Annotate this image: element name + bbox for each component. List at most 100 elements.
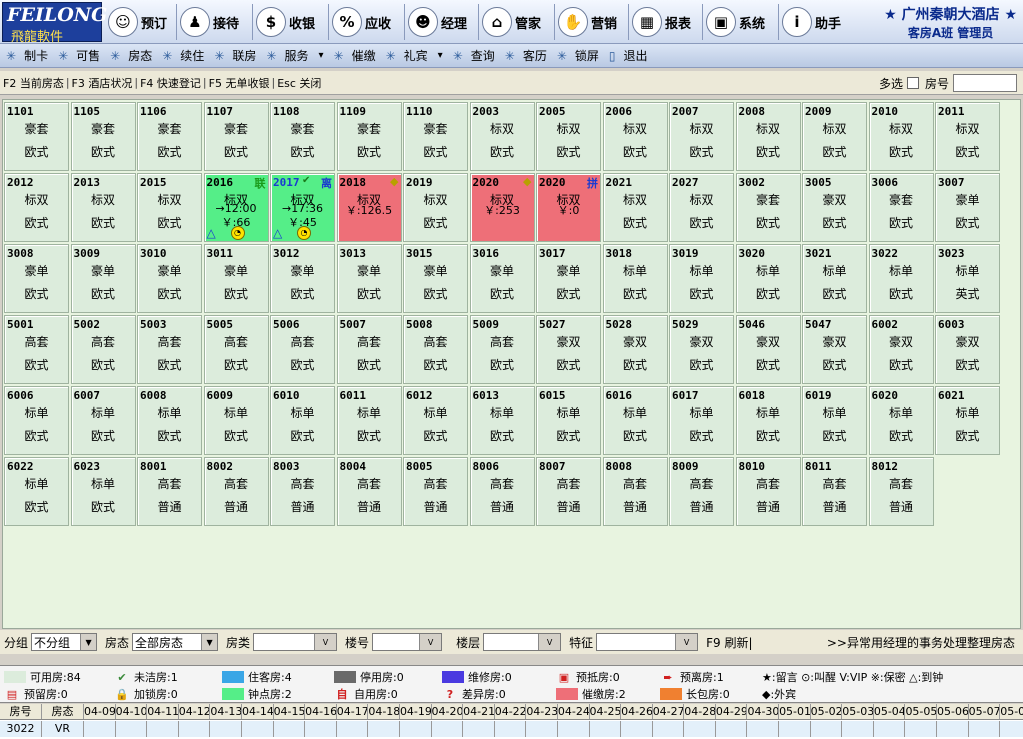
room-tile[interactable]: 5046 豪双 欧式 bbox=[735, 315, 801, 384]
room-tile[interactable]: 3022 标单 欧式 bbox=[868, 244, 934, 313]
room-tile[interactable]: 3008 豪单 欧式 bbox=[4, 244, 69, 313]
room-tile[interactable]: 3023 标单 英式 bbox=[935, 244, 1000, 313]
room-tile[interactable]: 6013 标单 欧式 bbox=[469, 386, 535, 455]
manager-button[interactable]: ☻ 经理 bbox=[408, 3, 467, 41]
room-tile[interactable]: 8006 高套 普通 bbox=[469, 457, 535, 526]
room-tile[interactable]: 2019 标双 欧式 bbox=[403, 173, 468, 242]
menu-item-4[interactable]: ✳ 联房 bbox=[214, 47, 256, 64]
room-tile[interactable]: 6010 标单 欧式 bbox=[270, 386, 335, 455]
column-header[interactable]: 04-18 bbox=[368, 704, 400, 719]
column-header[interactable]: 05-01 bbox=[779, 704, 811, 719]
menu-item-10[interactable]: ✳ 锁屏 bbox=[557, 47, 599, 64]
room-tile[interactable]: 8009 高套 普通 bbox=[669, 457, 734, 526]
room-tile[interactable]: 6020 标单 欧式 bbox=[868, 386, 934, 455]
menu-item-9[interactable]: ✳ 客历 bbox=[505, 47, 547, 64]
column-header[interactable]: 04-10 bbox=[116, 704, 148, 719]
multi-select-checkbox[interactable] bbox=[906, 77, 919, 89]
room-tile[interactable]: 6018 标单 欧式 bbox=[735, 386, 801, 455]
room-tile[interactable]: 2020 拼标双 ￥:0 bbox=[536, 173, 601, 242]
status-select[interactable]: 全部房态 ▼ bbox=[132, 633, 219, 651]
column-header[interactable]: 04-25 bbox=[590, 704, 622, 719]
room-tile[interactable]: 8002 高套 普通 bbox=[203, 457, 269, 526]
column-header[interactable]: 05-03 bbox=[842, 704, 874, 719]
reservation-button[interactable]: ☺ 预订 bbox=[108, 3, 167, 41]
room-tile[interactable]: 2018 ◆ 标双 ￥:126.5 bbox=[336, 173, 402, 242]
fkey-1[interactable]: F3 酒店状况 bbox=[72, 75, 133, 91]
room-tile[interactable]: 2005 标双 欧式 bbox=[536, 102, 601, 171]
room-tile[interactable]: 6009 标单 欧式 bbox=[203, 386, 269, 455]
room-tile[interactable]: 8005 高套 普通 bbox=[403, 457, 468, 526]
menu-item-8[interactable]: ✳ 查询 bbox=[453, 47, 495, 64]
room-tile[interactable]: 3006 豪套 欧式 bbox=[868, 173, 934, 242]
room-tile[interactable]: 3018 标单 欧式 bbox=[602, 244, 668, 313]
column-header[interactable]: 04-26 bbox=[621, 704, 653, 719]
column-header[interactable]: 04-21 bbox=[463, 704, 495, 719]
room-tile[interactable]: 8001 高套 普通 bbox=[137, 457, 202, 526]
marketing-button[interactable]: ✋ 营销 bbox=[558, 3, 617, 41]
column-header[interactable]: 05-07 bbox=[969, 704, 1001, 719]
fkey-3[interactable]: F5 无单收银 bbox=[209, 75, 270, 91]
column-header[interactable]: 05-04 bbox=[874, 704, 906, 719]
notice-link[interactable]: >>异常用经理的事务处理整理房态 bbox=[827, 634, 1015, 651]
column-header[interactable]: 04-29 bbox=[716, 704, 748, 719]
room-tile[interactable]: 6008 标单 欧式 bbox=[137, 386, 202, 455]
room-tile[interactable]: 2009 标双 欧式 bbox=[802, 102, 867, 171]
column-header[interactable]: 05-05 bbox=[905, 704, 938, 719]
column-header[interactable]: 04-11 bbox=[147, 704, 179, 719]
room-tile[interactable]: 3020 标单 欧式 bbox=[735, 244, 801, 313]
room-tile[interactable]: 8010 高套 普通 bbox=[735, 457, 801, 526]
system-button[interactable]: ▣ 系统 bbox=[706, 3, 765, 41]
room-tile[interactable]: 3012 豪单 欧式 bbox=[270, 244, 335, 313]
room-tile[interactable]: 6007 标单 欧式 bbox=[70, 386, 136, 455]
room-tile[interactable]: 2027 标双 欧式 bbox=[669, 173, 734, 242]
room-tile[interactable]: 1108 豪套 欧式 bbox=[270, 102, 335, 171]
room-tile[interactable]: 2016 联标双 →12:00 ￥:66 △ ◔ bbox=[203, 173, 269, 242]
room-tile[interactable]: 2008 标双 欧式 bbox=[735, 102, 801, 171]
room-tile[interactable]: 5027 豪双 欧式 bbox=[536, 315, 601, 384]
menu-item-0[interactable]: ✳ 制卡 bbox=[6, 47, 48, 64]
room-tile[interactable]: 6012 标单 欧式 bbox=[403, 386, 468, 455]
room-tile[interactable]: 8004 高套 普通 bbox=[336, 457, 402, 526]
column-header[interactable]: 04-23 bbox=[526, 704, 558, 719]
room-tile[interactable]: 2006 标双 欧式 bbox=[602, 102, 668, 171]
fkey-2[interactable]: F4 快速登记 bbox=[140, 75, 201, 91]
room-tile[interactable]: 6006 标单 欧式 bbox=[4, 386, 69, 455]
reception-button[interactable]: ♟ 接待 bbox=[180, 3, 239, 41]
room-tile[interactable]: 3016 豪单 欧式 bbox=[469, 244, 535, 313]
column-header[interactable]: 04-13 bbox=[210, 704, 242, 719]
room-tile[interactable]: 3010 豪单 欧式 bbox=[137, 244, 202, 313]
menu-item-3[interactable]: ✳ 续住 bbox=[162, 47, 204, 64]
room-tile[interactable]: 5029 豪双 欧式 bbox=[669, 315, 734, 384]
room-number-input[interactable] bbox=[953, 74, 1017, 92]
room-tile[interactable]: 3005 豪双 欧式 bbox=[802, 173, 867, 242]
housekeeping-button[interactable]: ⌂ 管家 bbox=[482, 3, 541, 41]
room-tile[interactable]: 2011 标双 欧式 bbox=[935, 102, 1000, 171]
room-tile[interactable]: 8007 高套 普通 bbox=[536, 457, 601, 526]
cashier-button[interactable]: $ 收银 bbox=[256, 3, 315, 41]
room-tile[interactable]: 6021 标单 欧式 bbox=[935, 386, 1000, 455]
feature-select[interactable]: V bbox=[596, 633, 699, 651]
room-tile[interactable]: 6019 标单 欧式 bbox=[802, 386, 867, 455]
room-tile[interactable]: 8011 高套 普通 bbox=[802, 457, 867, 526]
room-tile[interactable]: 2012 标双 欧式 bbox=[4, 173, 69, 242]
fkey-4[interactable]: Esc 关闭 bbox=[277, 75, 321, 91]
menu-item-7[interactable]: ✳ 礼宾 ▾ bbox=[386, 47, 443, 64]
room-tile[interactable]: 1109 豪套 欧式 bbox=[336, 102, 402, 171]
room-tile[interactable]: 2010 标双 欧式 bbox=[868, 102, 934, 171]
room-tile[interactable]: 5047 豪双 欧式 bbox=[802, 315, 867, 384]
room-tile[interactable]: 3011 豪单 欧式 bbox=[203, 244, 269, 313]
menu-item-11[interactable]: ▯ 退出 bbox=[609, 47, 648, 64]
room-tile[interactable]: 8008 高套 普通 bbox=[602, 457, 668, 526]
group-select[interactable]: 不分组 ▼ bbox=[31, 633, 98, 651]
room-tile[interactable]: 8003 高套 普通 bbox=[270, 457, 335, 526]
room-tile[interactable]: 3021 标单 欧式 bbox=[802, 244, 867, 313]
column-header[interactable]: 04-28 bbox=[684, 704, 716, 719]
floor-select[interactable]: V bbox=[483, 633, 562, 651]
room-tile[interactable]: 2021 标双 欧式 bbox=[602, 173, 668, 242]
room-tile[interactable]: 6016 标单 欧式 bbox=[602, 386, 668, 455]
room-tile[interactable]: 3017 豪单 欧式 bbox=[536, 244, 601, 313]
column-header[interactable]: 房态 bbox=[42, 704, 84, 719]
column-header[interactable]: 04-17 bbox=[337, 704, 369, 719]
room-tile[interactable]: 2007 标双 欧式 bbox=[669, 102, 734, 171]
column-header[interactable]: 04-19 bbox=[400, 704, 432, 719]
